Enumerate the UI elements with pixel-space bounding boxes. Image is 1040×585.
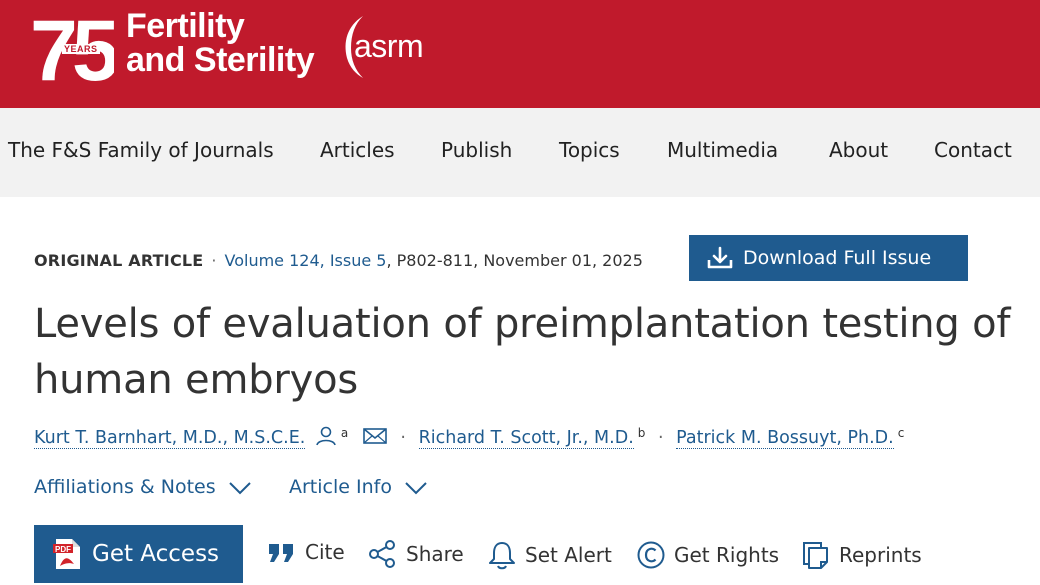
get-access-button[interactable]: PDF Get Access: [34, 525, 243, 583]
affiliations-notes-label: Affiliations & Notes: [34, 476, 216, 498]
reprints-icon: [803, 542, 828, 569]
affiliation-superscript: b: [637, 426, 646, 440]
author-separator: ·: [400, 428, 406, 448]
pdf-icon: PDF: [53, 539, 80, 569]
nav-about[interactable]: About: [829, 138, 888, 162]
reprints-button[interactable]: Reprints: [801, 540, 922, 570]
author-separator: ·: [657, 428, 664, 448]
affiliation-superscript: a: [340, 426, 349, 440]
reprints-label: Reprints: [839, 543, 922, 567]
author-link[interactable]: Richard T. Scott, Jr., M.D.: [418, 428, 634, 449]
person-icon[interactable]: [315, 426, 337, 446]
nav-family-of-journals[interactable]: The F&S Family of Journals: [8, 138, 274, 162]
pages-date: , P802-811, November 01, 2025: [386, 251, 643, 270]
author-link[interactable]: Kurt T. Barnhart, M.D., M.S.C.E.: [34, 428, 306, 449]
mail-icon[interactable]: [362, 426, 388, 446]
nav-contact[interactable]: Contact: [934, 138, 1012, 162]
site-header: 75 YEARS Fertility and Sterility asrm: [0, 0, 1040, 108]
journal-logo[interactable]: Fertility and Sterility: [126, 7, 315, 79]
share-icon: [369, 540, 395, 568]
article-meta: ORIGINAL ARTICLE · Volume 124, Issue 5, P8…: [34, 251, 643, 270]
volume-issue-link[interactable]: Volume 124, Issue 5: [225, 251, 387, 270]
cite-button[interactable]: Cite: [267, 540, 345, 564]
download-full-issue-label: Download Full Issue: [743, 247, 932, 269]
get-rights-button[interactable]: Get Rights: [636, 540, 779, 570]
chevron-down-icon: [228, 482, 251, 495]
affiliations-notes-toggle[interactable]: Affiliations & Notes: [34, 476, 252, 498]
meta-separator: ·: [211, 251, 217, 270]
nav-topics[interactable]: Topics: [559, 138, 620, 162]
set-alert-button[interactable]: Set Alert: [487, 540, 612, 570]
copyright-icon: [637, 541, 665, 569]
article-type: ORIGINAL ARTICLE: [34, 251, 204, 270]
author-list: Kurt T. Barnhart, M.D., M.S.C.E. a · Ric…: [34, 426, 905, 449]
share-label: Share: [406, 542, 464, 566]
download-full-issue-button[interactable]: Download Full Issue: [689, 235, 968, 281]
journal-name-line1: Fertility: [126, 7, 245, 45]
article-title: Levels of evaluation of preimplantation …: [34, 301, 1011, 403]
bell-icon: [489, 542, 515, 570]
nav-publish[interactable]: Publish: [441, 138, 512, 162]
svg-text:PDF: PDF: [55, 545, 71, 554]
nav-multimedia[interactable]: Multimedia: [667, 138, 778, 162]
journal-name-line2: and Sterility: [126, 41, 315, 79]
share-button[interactable]: Share: [368, 540, 464, 568]
get-rights-label: Get Rights: [674, 543, 780, 567]
set-alert-label: Set Alert: [525, 543, 612, 567]
nav-articles[interactable]: Articles: [320, 138, 395, 162]
asrm-logo[interactable]: asrm: [354, 28, 424, 65]
anniversary-years-label: YEARS: [62, 44, 100, 54]
chevron-down-icon: [405, 482, 427, 495]
author-link[interactable]: Patrick M. Bossuyt, Ph.D.: [676, 428, 894, 449]
download-icon: [707, 246, 733, 269]
quote-icon: [269, 544, 293, 562]
affiliation-superscript: c: [897, 426, 905, 440]
get-access-label: Get Access: [92, 541, 220, 567]
article-info-label: Article Info: [289, 476, 392, 498]
article-info-toggle[interactable]: Article Info: [289, 476, 428, 498]
cite-label: Cite: [305, 540, 345, 564]
